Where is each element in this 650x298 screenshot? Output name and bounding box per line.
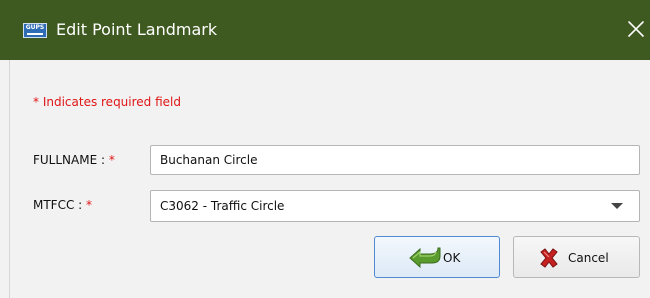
app-logo-icon: GUPS [23, 23, 47, 38]
mtfcc-label: MTFCC : * [33, 197, 92, 213]
mtfcc-label-text: MTFCC : [33, 198, 87, 212]
title-bar: GUPS Edit Point Landmark [0, 0, 650, 60]
edit-point-landmark-dialog: GUPS Edit Point Landmark * Indicates req… [0, 0, 650, 298]
close-icon[interactable] [625, 18, 647, 40]
dialog-title: Edit Point Landmark [56, 20, 218, 39]
fullname-input[interactable]: Buchanan Circle [150, 145, 640, 175]
green-arrow-icon [408, 246, 442, 269]
fullname-label: FULLNAME : * [33, 152, 115, 168]
mtfcc-required-mark: * [86, 198, 93, 212]
fullname-label-text: FULLNAME : [33, 153, 109, 167]
cancel-button-label: Cancel [568, 251, 609, 265]
app-logo-text: GUPS [25, 24, 45, 31]
dialog-left-border [9, 60, 10, 298]
required-field-note: * Indicates required field [33, 95, 182, 109]
red-x-icon [538, 247, 560, 269]
chevron-down-icon[interactable] [611, 203, 623, 209]
cancel-button[interactable]: Cancel [513, 236, 640, 278]
ok-button[interactable]: OK [374, 236, 500, 278]
fullname-required-mark: * [108, 153, 115, 167]
ok-button-label: OK [443, 251, 461, 265]
mtfcc-select[interactable]: C3062 - Traffic Circle [150, 190, 640, 222]
